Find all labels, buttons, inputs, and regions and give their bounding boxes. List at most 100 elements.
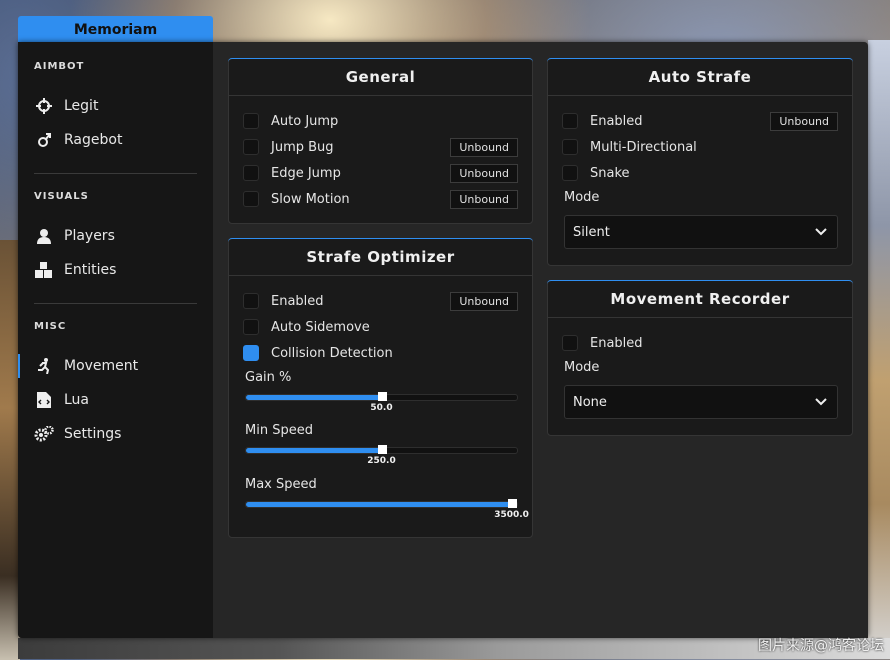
as-enabled-keybind[interactable]: Unbound — [770, 111, 838, 131]
gain-value: 50.0 — [370, 403, 393, 413]
sidebar-item-ragebot[interactable]: Ragebot — [34, 128, 204, 152]
sidebar-item-label: Settings — [64, 426, 122, 442]
watermark: 图片来源@鸿客论坛 — [758, 638, 884, 654]
collision-detection-checkbox[interactable] — [243, 345, 259, 361]
collision-detection-label: Collision Detection — [271, 345, 393, 361]
edge-jump-checkbox[interactable] — [243, 165, 259, 181]
edge-jump-row: Edge Jump Unbound — [243, 163, 518, 183]
as-enabled-checkbox[interactable] — [562, 113, 578, 129]
sidebar-item-settings[interactable]: Settings — [34, 422, 204, 446]
background-left — [0, 240, 20, 660]
slow-motion-checkbox[interactable] — [243, 191, 259, 207]
max-speed-slider-knob[interactable] — [507, 499, 517, 508]
mr-mode-select[interactable]: None — [564, 385, 838, 419]
sidebar-item-legit[interactable]: Legit — [34, 94, 204, 118]
general-panel: General Auto Jump Jump Bug Unbound Edge … — [228, 58, 533, 224]
sidebar-item-label: Entities — [64, 262, 117, 278]
snake-label: Snake — [590, 165, 630, 181]
slow-motion-row: Slow Motion Unbound — [243, 189, 518, 209]
mr-enabled-checkbox[interactable] — [562, 335, 578, 351]
gain-slider[interactable]: 50.0 — [245, 392, 518, 413]
as-mode-value: Silent — [573, 224, 610, 240]
so-enabled-checkbox[interactable] — [243, 293, 259, 309]
boxes-icon — [34, 260, 54, 280]
auto-jump-label: Auto Jump — [271, 113, 339, 129]
sidebar-item-label: Lua — [64, 392, 90, 408]
slow-motion-label: Slow Motion — [271, 191, 350, 207]
sidebar-item-movement[interactable]: Movement — [18, 354, 204, 378]
jump-bug-keybind[interactable]: Unbound — [450, 137, 518, 157]
multi-directional-label: Multi-Directional — [590, 139, 697, 155]
auto-strafe-panel-title: Auto Strafe — [547, 58, 853, 96]
file-code-icon — [34, 390, 54, 410]
user-icon — [34, 226, 54, 246]
as-mode-label: Mode — [564, 190, 600, 205]
mr-enabled-row: Enabled — [562, 333, 838, 353]
mr-mode-label: Mode — [564, 360, 600, 375]
auto-sidemove-row: Auto Sidemove — [243, 317, 518, 337]
auto-strafe-panel: Auto Strafe Enabled Unbound Multi-Direct… — [547, 58, 853, 266]
sidebar-section-visuals: VISUALS — [34, 191, 89, 202]
sidebar-section-misc: MISC — [34, 321, 67, 332]
sidebar-item-label: Movement — [64, 358, 139, 374]
sidebar-item-players[interactable]: Players — [34, 224, 204, 248]
chevron-down-icon — [815, 395, 827, 410]
jump-bug-checkbox[interactable] — [243, 139, 259, 155]
sidebar-divider — [34, 303, 197, 304]
as-enabled-label: Enabled — [590, 113, 643, 129]
max-speed-slider[interactable]: 3500.0 — [245, 499, 529, 520]
so-enabled-row: Enabled Unbound — [243, 291, 518, 311]
auto-sidemove-checkbox[interactable] — [243, 319, 259, 335]
sidebar-section-aimbot: AIMBOT — [34, 61, 85, 72]
sidebar-item-entities[interactable]: Entities — [34, 258, 204, 282]
slow-motion-keybind[interactable]: Unbound — [450, 189, 518, 209]
sidebar-item-label: Players — [64, 228, 115, 244]
min-speed-label: Min Speed — [245, 423, 313, 438]
crosshair-icon — [34, 96, 54, 116]
so-enabled-keybind[interactable]: Unbound — [450, 291, 518, 311]
gain-slider-knob[interactable] — [377, 392, 387, 401]
snake-checkbox[interactable] — [562, 165, 578, 181]
min-speed-slider-knob[interactable] — [377, 445, 387, 454]
gears-icon — [34, 424, 54, 444]
strafe-optimizer-panel: Strafe Optimizer Enabled Unbound Auto Si… — [228, 238, 533, 538]
auto-sidemove-label: Auto Sidemove — [271, 319, 370, 335]
mr-mode-value: None — [573, 394, 607, 410]
collision-detection-row: Collision Detection — [243, 343, 518, 363]
max-speed-value: 3500.0 — [494, 510, 529, 520]
sidebar: AIMBOT Legit Ragebot VISUALS Players Ent… — [18, 42, 213, 638]
auto-jump-row: Auto Jump — [243, 111, 518, 131]
as-mode-select[interactable]: Silent — [564, 215, 838, 249]
background-right — [868, 40, 890, 659]
gain-slider-fill — [246, 395, 382, 400]
general-panel-title: General — [228, 58, 533, 96]
snake-row: Snake — [562, 163, 838, 183]
jump-bug-label: Jump Bug — [271, 139, 334, 155]
so-enabled-label: Enabled — [271, 293, 324, 309]
sidebar-item-lua[interactable]: Lua — [34, 388, 204, 412]
edge-jump-label: Edge Jump — [271, 165, 341, 181]
menu-window: AIMBOT Legit Ragebot VISUALS Players Ent… — [18, 42, 868, 638]
min-speed-slider[interactable]: 250.0 — [245, 445, 518, 466]
multi-directional-checkbox[interactable] — [562, 139, 578, 155]
multi-directional-row: Multi-Directional — [562, 137, 838, 157]
strafe-optimizer-panel-title: Strafe Optimizer — [228, 238, 533, 276]
sidebar-item-label: Ragebot — [64, 132, 123, 148]
sidebar-item-label: Legit — [64, 98, 99, 114]
auto-jump-checkbox[interactable] — [243, 113, 259, 129]
jump-bug-row: Jump Bug Unbound — [243, 137, 518, 157]
gain-label: Gain % — [245, 370, 292, 385]
movement-recorder-panel-title: Movement Recorder — [547, 280, 853, 318]
gender-icon — [34, 130, 54, 150]
movement-recorder-panel: Movement Recorder Enabled Mode None — [547, 280, 853, 436]
chevron-down-icon — [815, 225, 827, 240]
as-enabled-row: Enabled Unbound — [562, 111, 838, 131]
min-speed-value: 250.0 — [367, 456, 396, 466]
mr-enabled-label: Enabled — [590, 335, 643, 351]
app-title-tab: Memoriam — [18, 16, 213, 42]
max-speed-label: Max Speed — [245, 477, 317, 492]
sidebar-divider — [34, 173, 197, 174]
running-icon — [34, 356, 54, 376]
max-speed-slider-fill — [246, 502, 512, 507]
edge-jump-keybind[interactable]: Unbound — [450, 163, 518, 183]
